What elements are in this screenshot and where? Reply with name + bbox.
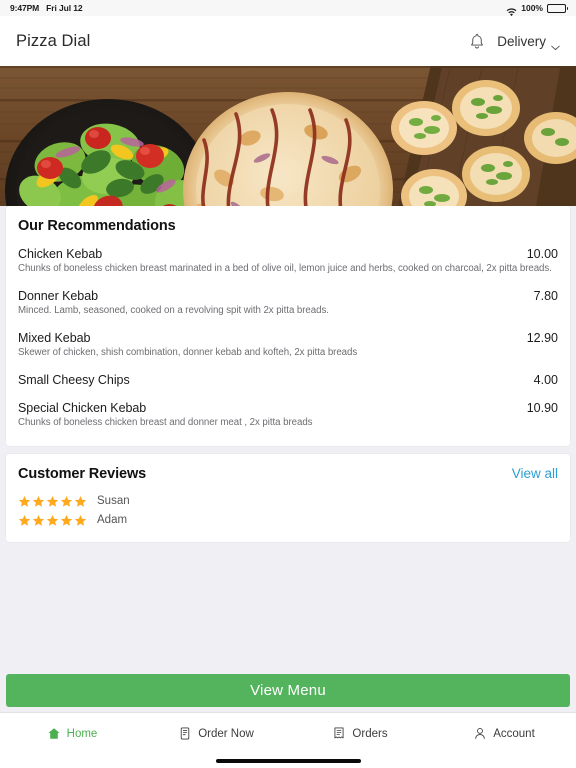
tab-account[interactable]: Account: [432, 726, 576, 741]
menu-item[interactable]: Chicken Kebab 10.00 Chunks of boneless c…: [6, 244, 570, 279]
menu-item-description: Chunks of boneless chicken breast marina…: [18, 263, 552, 274]
menu-item[interactable]: Mixed Kebab 12.90 Skewer of chicken, shi…: [6, 321, 570, 363]
menu-item-description: Minced. Lamb, seasoned, cooked on a revo…: [18, 305, 329, 317]
tab-orders-label: Orders: [352, 727, 388, 740]
bell-icon[interactable]: [469, 33, 485, 50]
recommendations-header: Our Recommendations: [6, 216, 570, 244]
rating-stars: [18, 514, 87, 527]
menu-item-name: Special Chicken Kebab: [18, 401, 147, 416]
tab-home[interactable]: Home: [0, 726, 144, 741]
bottom-tab-bar: Home Order Now Orders Account: [0, 712, 576, 754]
page-title: Pizza Dial: [16, 31, 91, 50]
status-bar-left: 9:47PM Fri Jul 12: [10, 3, 83, 13]
view-all-reviews-link[interactable]: View all: [512, 466, 558, 481]
tab-order-now-label: Order Now: [198, 727, 254, 740]
tab-account-label: Account: [493, 727, 535, 740]
menu-item-price: 7.80: [533, 289, 558, 304]
reviewer-name: Susan: [97, 495, 130, 507]
status-time: 9:47PM: [10, 3, 40, 13]
reviews-title: Customer Reviews: [18, 465, 147, 482]
reviewer-name: Adam: [97, 514, 128, 526]
star-icon: [60, 495, 73, 508]
view-menu-button[interactable]: View Menu: [6, 674, 570, 707]
reviews-header: Customer Reviews View all: [6, 464, 570, 492]
status-bar: 9:47PM Fri Jul 12 100%: [0, 0, 576, 16]
recommendations-card: Our Recommendations Chicken Kebab 10.00 …: [6, 206, 570, 446]
home-indicator-container: [0, 754, 576, 768]
hero-banner-image: [0, 66, 576, 206]
menu-item-name: Small Cheesy Chips: [18, 373, 130, 388]
star-icon: [46, 495, 59, 508]
menu-item[interactable]: Special Chicken Kebab 10.90 Chunks of bo…: [6, 391, 570, 433]
delivery-mode-selector[interactable]: Delivery: [497, 33, 560, 51]
view-menu-container: View Menu: [0, 668, 576, 712]
menu-item-name: Chicken Kebab: [18, 247, 103, 261]
star-icon: [74, 495, 87, 508]
battery-full-icon: [547, 3, 568, 13]
star-icon: [60, 514, 73, 527]
customer-reviews-card: Customer Reviews View all Susan Adam: [6, 453, 570, 542]
delivery-mode-label: Delivery: [497, 33, 546, 49]
menu-item-description: Chunks of boneless chicken breast and do…: [18, 417, 313, 429]
menu-item-price: 10.90: [526, 401, 558, 416]
star-icon: [32, 495, 45, 508]
star-icon: [32, 514, 45, 527]
tab-order-now[interactable]: Order Now: [144, 726, 288, 741]
menu-item[interactable]: Small Cheesy Chips 4.00: [6, 363, 570, 391]
app-screen: 9:47PM Fri Jul 12 100% Pizza Dial Delive…: [0, 0, 576, 768]
menu-item-name: Mixed Kebab: [18, 331, 91, 346]
menu-item-description: Skewer of chicken, shish combination, do…: [18, 347, 358, 359]
rating-stars: [18, 495, 87, 508]
review-row: Adam: [6, 511, 570, 530]
tab-orders[interactable]: Orders: [288, 726, 432, 741]
status-bar-right: 100%: [506, 3, 568, 16]
receipt-icon: [332, 726, 346, 741]
person-icon: [473, 726, 487, 741]
menu-item-price: 4.00: [533, 373, 558, 388]
view-menu-label: View Menu: [250, 682, 326, 699]
recommendations-title: Our Recommendations: [18, 218, 176, 234]
menu-item-price: 12.90: [526, 331, 558, 346]
review-row: Susan: [6, 492, 570, 511]
menu-item[interactable]: Donner Kebab 7.80 Minced. Lamb, seasoned…: [6, 279, 570, 321]
app-header-actions: Delivery: [469, 33, 560, 51]
document-icon: [178, 726, 192, 741]
star-icon: [18, 514, 31, 527]
battery-percent-label: 100%: [521, 3, 543, 13]
app-header: Pizza Dial Delivery: [0, 16, 576, 66]
star-icon: [18, 495, 31, 508]
star-icon: [74, 514, 87, 527]
star-icon: [46, 514, 59, 527]
bottom-section: View Menu Home Order Now Orders Account: [0, 668, 576, 768]
tab-home-label: Home: [66, 727, 98, 740]
menu-item-price: 10.00: [526, 247, 558, 261]
wifi-icon: [506, 4, 517, 16]
home-indicator[interactable]: [215, 759, 361, 763]
status-date: Fri Jul 12: [46, 3, 83, 13]
chevron-down-icon: [551, 38, 560, 51]
menu-item-name: Donner Kebab: [18, 289, 99, 304]
home-icon: [47, 726, 61, 741]
content-scroll-area: Our Recommendations Chicken Kebab 10.00 …: [0, 206, 576, 668]
